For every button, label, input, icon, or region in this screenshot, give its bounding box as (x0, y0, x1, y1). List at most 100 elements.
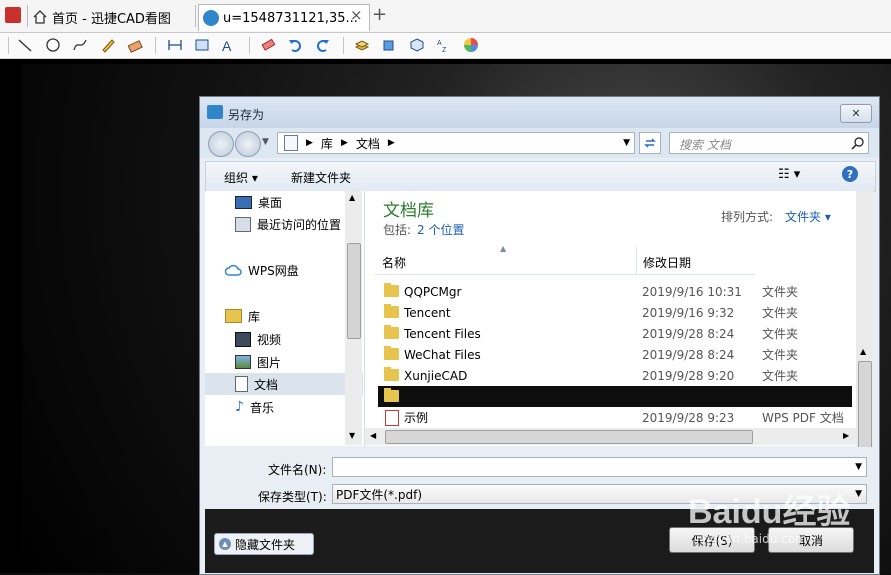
app-logo-icon[interactable] (5, 7, 21, 23)
breadcrumb-documents[interactable]: 文档 (356, 135, 380, 152)
breadcrumb-sep-icon: ▶ (306, 138, 313, 148)
filetype-label: 保存类型(T): (258, 490, 327, 504)
nav-label: 最近访问的位置 (257, 217, 342, 232)
nav-item-documents[interactable]: 文档 (205, 373, 363, 395)
file-row[interactable]: WeChat Files 2019/9/28 8:24 文件夹 (378, 344, 852, 365)
home-icon (33, 10, 47, 24)
nav-item-wps-cloud[interactable]: WPS网盘 (205, 259, 363, 281)
nav-item-music[interactable]: ♪ 音乐 (205, 396, 363, 418)
line-tool-icon[interactable] (16, 36, 34, 54)
arrange-by-dropdown[interactable]: 文件夹 ▾ (785, 208, 831, 225)
file-row[interactable]: Tencent 2019/9/16 9:32 文件夹 (378, 302, 852, 323)
help-icon[interactable]: ? (842, 166, 858, 182)
list-hscroll-thumb[interactable] (385, 430, 753, 444)
new-tab-button[interactable]: + (372, 4, 387, 25)
sort-az-icon[interactable]: AZ (435, 36, 453, 54)
folder-icon (384, 304, 399, 318)
dimension-tool-icon[interactable] (166, 36, 184, 54)
tab-current-label: u=1548731121,35... (223, 10, 358, 26)
list-horizontal-scrollbar[interactable]: ◀ ▶ (365, 428, 856, 445)
scroll-up-icon[interactable]: ▲ (349, 193, 355, 202)
navigation-pane: 桌面 最近访问的位置 WPS网盘 库 视频 图片 文档 ♪ 音乐 ▲ ▼ (205, 191, 365, 446)
nav-item-videos[interactable]: 视频 (205, 328, 363, 350)
refresh-icon (644, 138, 656, 148)
circle-tool-icon[interactable] (44, 36, 62, 54)
eraser-icon[interactable] (259, 36, 277, 54)
search-placeholder: 搜索 文档 (679, 138, 731, 152)
eraser-markup-icon[interactable] (126, 36, 144, 54)
column-divider[interactable] (636, 247, 637, 274)
history-chevron-icon[interactable]: ▼ (262, 137, 269, 147)
search-box[interactable]: 搜索 文档 (669, 132, 869, 154)
filename-dropdown-icon[interactable]: ▼ (855, 462, 862, 472)
cloud-icon (225, 264, 242, 276)
scroll-right-icon[interactable]: ▶ (843, 431, 849, 440)
undo-icon[interactable] (286, 36, 304, 54)
nav-item-recent-places[interactable]: 最近访问的位置 (205, 213, 363, 235)
folder-icon (384, 367, 399, 381)
redo-icon[interactable] (314, 36, 332, 54)
address-bar[interactable]: ▶ 库 ▶ 文档 ▶ ▼ (277, 132, 635, 154)
picture-icon (235, 355, 251, 369)
location-icon (284, 135, 298, 151)
svg-text:Z: Z (442, 47, 447, 53)
nav-label: 桌面 (258, 195, 283, 210)
filename-input[interactable]: ▼ (332, 457, 867, 477)
nav-item-library[interactable]: 库 (205, 305, 363, 327)
video-icon (235, 331, 251, 347)
folder-icon (384, 325, 399, 339)
dialog-app-icon (207, 105, 223, 119)
dialog-titlebar[interactable]: 另存为 ✕ (200, 97, 879, 128)
baidu-watermark: Baidu经验 jingyan.baidu.com (688, 480, 888, 550)
text-tool-icon[interactable]: A (220, 36, 238, 54)
nav-label: 库 (248, 309, 261, 324)
nav-label: 图片 (257, 355, 282, 370)
back-button[interactable] (208, 131, 234, 157)
breadcrumb-library[interactable]: 库 (321, 135, 333, 152)
area-measure-icon[interactable] (193, 36, 211, 54)
svg-text:A: A (222, 38, 232, 53)
file-row[interactable]: 示例 2019/9/28 9:23 WPS PDF 文档 (378, 407, 852, 428)
nav-label: WPS网盘 (248, 263, 299, 278)
nav-item-pictures[interactable]: 图片 (205, 351, 363, 373)
3d-box-icon[interactable] (380, 36, 398, 54)
pencil-tool-icon[interactable] (99, 36, 117, 54)
watermark-text: Baidu经验 (688, 493, 851, 531)
nav-scroll-thumb[interactable] (347, 243, 361, 339)
close-icon: ✕ (851, 107, 861, 120)
color-wheel-icon[interactable] (462, 36, 480, 54)
nav-label: 音乐 (249, 400, 274, 415)
file-row[interactable]: QQPCMgr 2019/9/16 10:31 文件夹 (378, 281, 852, 302)
forward-button[interactable] (235, 131, 261, 157)
dialog-close-button[interactable]: ✕ (840, 104, 872, 123)
recent-places-icon (235, 216, 251, 232)
refresh-button[interactable] (639, 132, 661, 154)
scroll-down-icon[interactable]: ▼ (349, 431, 355, 440)
folder-icon (384, 283, 399, 297)
3d-view-icon[interactable] (408, 36, 426, 54)
nav-scrollbar[interactable]: ▲ ▼ (345, 191, 362, 445)
svg-text:A: A (437, 40, 442, 47)
view-options-icon[interactable]: ☷ ▾ (778, 167, 800, 182)
list-vertical-scrollbar[interactable]: ▲ ▼ (856, 191, 873, 518)
spline-tool-icon[interactable] (71, 36, 89, 54)
arrange-by-label: 排列方式: (721, 210, 774, 224)
column-name-header[interactable]: 名称 (382, 254, 406, 271)
scroll-up-icon[interactable]: ▲ (860, 347, 866, 356)
address-dropdown-icon[interactable]: ▼ (623, 138, 630, 148)
breadcrumb-sep-icon: ▶ (340, 138, 348, 148)
tab-home[interactable]: 首页 - 迅捷CAD看图 (32, 4, 192, 30)
tab-current-file[interactable]: u=1548731121,35... (198, 4, 370, 31)
column-header-bar: ▲ 名称 修改日期 (375, 244, 755, 275)
file-row[interactable]: XunjieCAD 2019/9/28 9:20 文件夹 (378, 365, 852, 386)
organize-menu[interactable]: 组织 ▾ (224, 169, 258, 186)
file-row[interactable]: Tencent Files 2019/9/28 8:24 文件夹 (378, 323, 852, 344)
tab-close-icon[interactable]: × (350, 6, 363, 24)
includes-link[interactable]: 2 个位置 (417, 221, 464, 238)
hide-folders-button[interactable]: ▲ 隐藏文件夹 (214, 533, 314, 555)
layers-icon[interactable] (353, 36, 371, 54)
nav-item-desktop[interactable]: 桌面 (205, 191, 363, 213)
scroll-left-icon[interactable]: ◀ (370, 431, 376, 440)
new-folder-button[interactable]: 新建文件夹 (291, 169, 351, 186)
column-date-header[interactable]: 修改日期 (643, 254, 691, 271)
